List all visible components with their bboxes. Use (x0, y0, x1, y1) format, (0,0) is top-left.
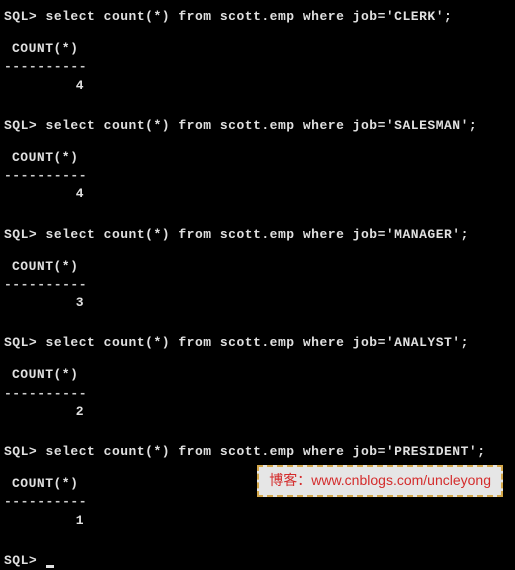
result-divider: ---------- (4, 58, 511, 76)
result-value-line: 4 (4, 185, 511, 203)
result-value-line: 3 (4, 294, 511, 312)
sql-line: SQL> select count(*) from scott.emp wher… (4, 226, 511, 244)
result-value: 4 (4, 185, 84, 203)
sql-prompt: SQL> (4, 444, 37, 459)
sql-prompt: SQL> (4, 118, 37, 133)
sql-query: select count(*) from scott.emp where job… (46, 444, 486, 459)
query-block: SQL> select count(*) from scott.emp wher… (4, 8, 511, 95)
column-header: COUNT(*) (12, 149, 511, 167)
result-value-line: 1 (4, 512, 511, 530)
sql-prompt: SQL> (4, 335, 37, 350)
watermark-label: 博客： (269, 472, 311, 488)
result-divider: ---------- (4, 167, 511, 185)
sql-query: select count(*) from scott.emp where job… (46, 335, 469, 350)
sql-input-line[interactable]: SQL> (4, 552, 511, 570)
cursor-icon (46, 565, 54, 568)
query-block: SQL> select count(*) from scott.emp wher… (4, 117, 511, 204)
sql-prompt: SQL> (4, 9, 37, 24)
query-block: SQL> select count(*) from scott.emp wher… (4, 226, 511, 313)
sql-line: SQL> select count(*) from scott.emp wher… (4, 334, 511, 352)
sql-prompt: SQL> (4, 553, 37, 568)
sql-line: SQL> select count(*) from scott.emp wher… (4, 8, 511, 26)
result-value: 1 (4, 512, 84, 530)
query-block: SQL> select count(*) from scott.emp wher… (4, 334, 511, 421)
column-header: COUNT(*) (12, 366, 511, 384)
column-header: COUNT(*) (12, 40, 511, 58)
sql-query: select count(*) from scott.emp where job… (46, 9, 453, 24)
sql-line: SQL> select count(*) from scott.emp wher… (4, 117, 511, 135)
sql-prompt: SQL> (4, 227, 37, 242)
column-header: COUNT(*) (12, 258, 511, 276)
result-value: 2 (4, 403, 84, 421)
sql-line: SQL> select count(*) from scott.emp wher… (4, 443, 511, 461)
result-value: 4 (4, 77, 84, 95)
watermark-url: www.cnblogs.com/uncleyong (311, 472, 491, 488)
result-value: 3 (4, 294, 84, 312)
result-value-line: 4 (4, 77, 511, 95)
sql-query: select count(*) from scott.emp where job… (46, 227, 469, 242)
watermark: 博客：www.cnblogs.com/uncleyong (257, 465, 503, 497)
result-value-line: 2 (4, 403, 511, 421)
result-divider: ---------- (4, 276, 511, 294)
sql-query: select count(*) from scott.emp where job… (46, 118, 478, 133)
result-divider: ---------- (4, 385, 511, 403)
